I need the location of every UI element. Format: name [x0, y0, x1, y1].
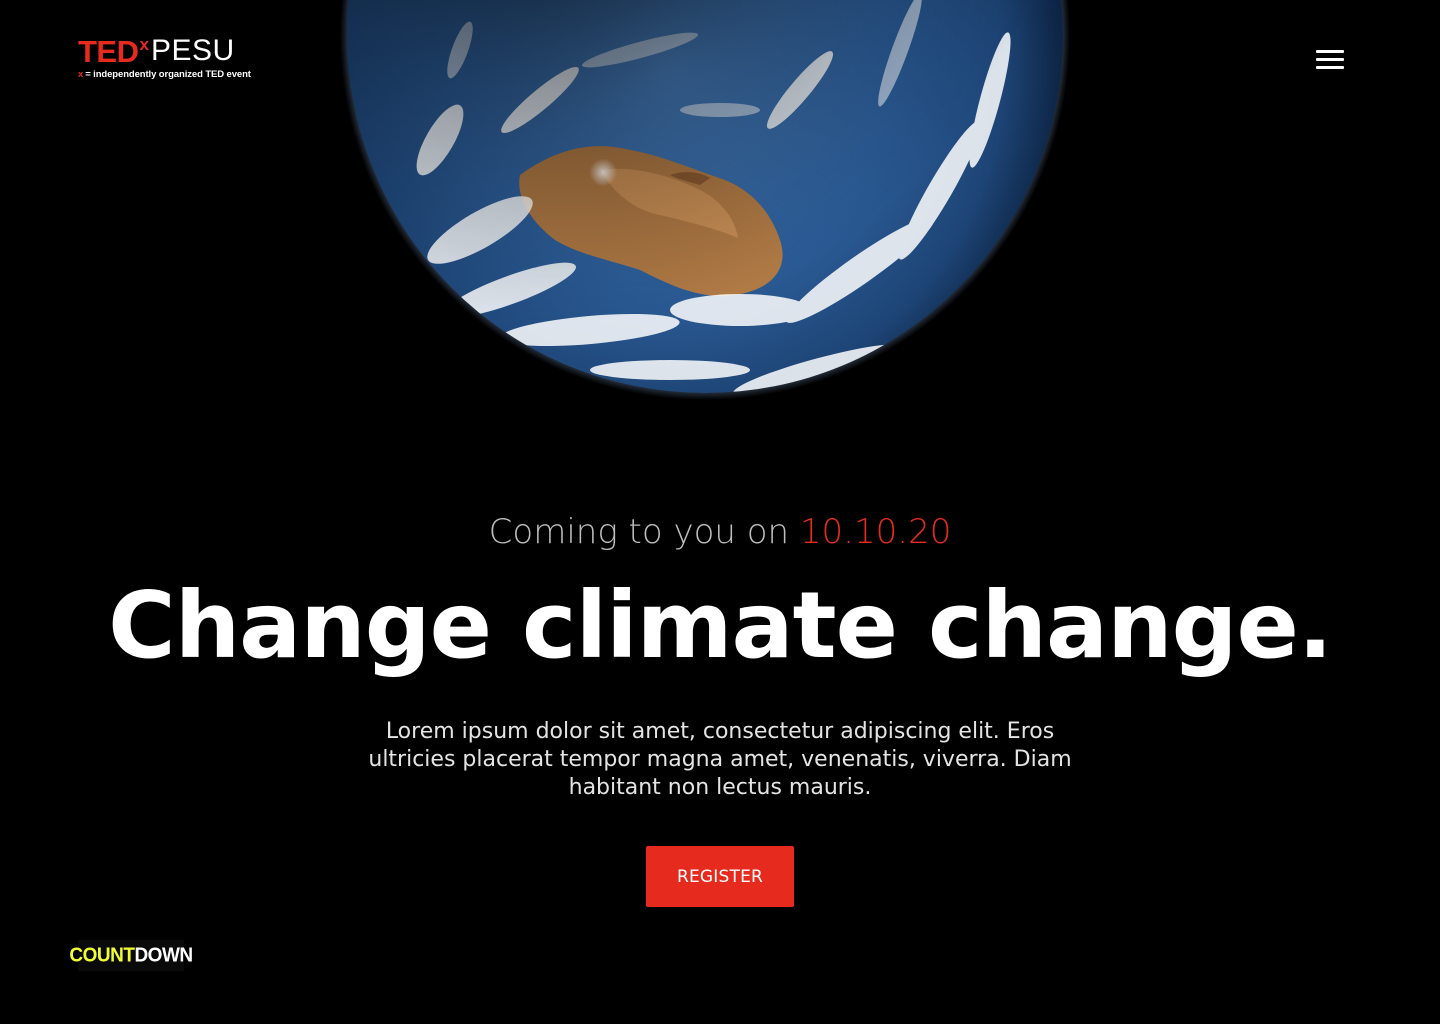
coming-prefix: Coming to you on: [488, 512, 800, 552]
logo-tagline: x = independently organized TED event: [78, 69, 251, 80]
countdown-part-1: COUNT: [69, 943, 135, 967]
menu-bar: [1316, 66, 1344, 69]
logo-tagline-x: x: [78, 69, 84, 80]
logo-x: x: [139, 35, 149, 54]
hero-description: Lorem ipsum dolor sit amet, consectetur …: [368, 719, 1072, 800]
landing-page: TED x PESU x = independently organized T…: [0, 0, 1440, 1024]
logo-event-name: PESU: [150, 34, 235, 67]
menu-bar: [1316, 50, 1344, 53]
logo-ted: TED: [78, 34, 139, 69]
logo-wordmark: TED x PESU: [78, 34, 251, 69]
event-date: 10.10.20: [799, 512, 952, 552]
hamburger-menu-icon[interactable]: [1316, 50, 1344, 70]
coming-soon-line: Coming to you on 10.10.20: [0, 512, 1440, 552]
logo-tagline-text: = independently organized TED event: [85, 69, 251, 80]
register-button[interactable]: REGISTER: [646, 846, 794, 907]
countdown-part-2: DOWN: [134, 943, 193, 967]
menu-bar: [1316, 58, 1344, 61]
tedx-logo[interactable]: TED x PESU x = independently organized T…: [78, 34, 251, 81]
hero-headline: Change climate change.: [108, 572, 1333, 679]
earth-image: [340, 0, 1070, 400]
countdown-logo[interactable]: COUNT DOWN: [69, 939, 193, 972]
